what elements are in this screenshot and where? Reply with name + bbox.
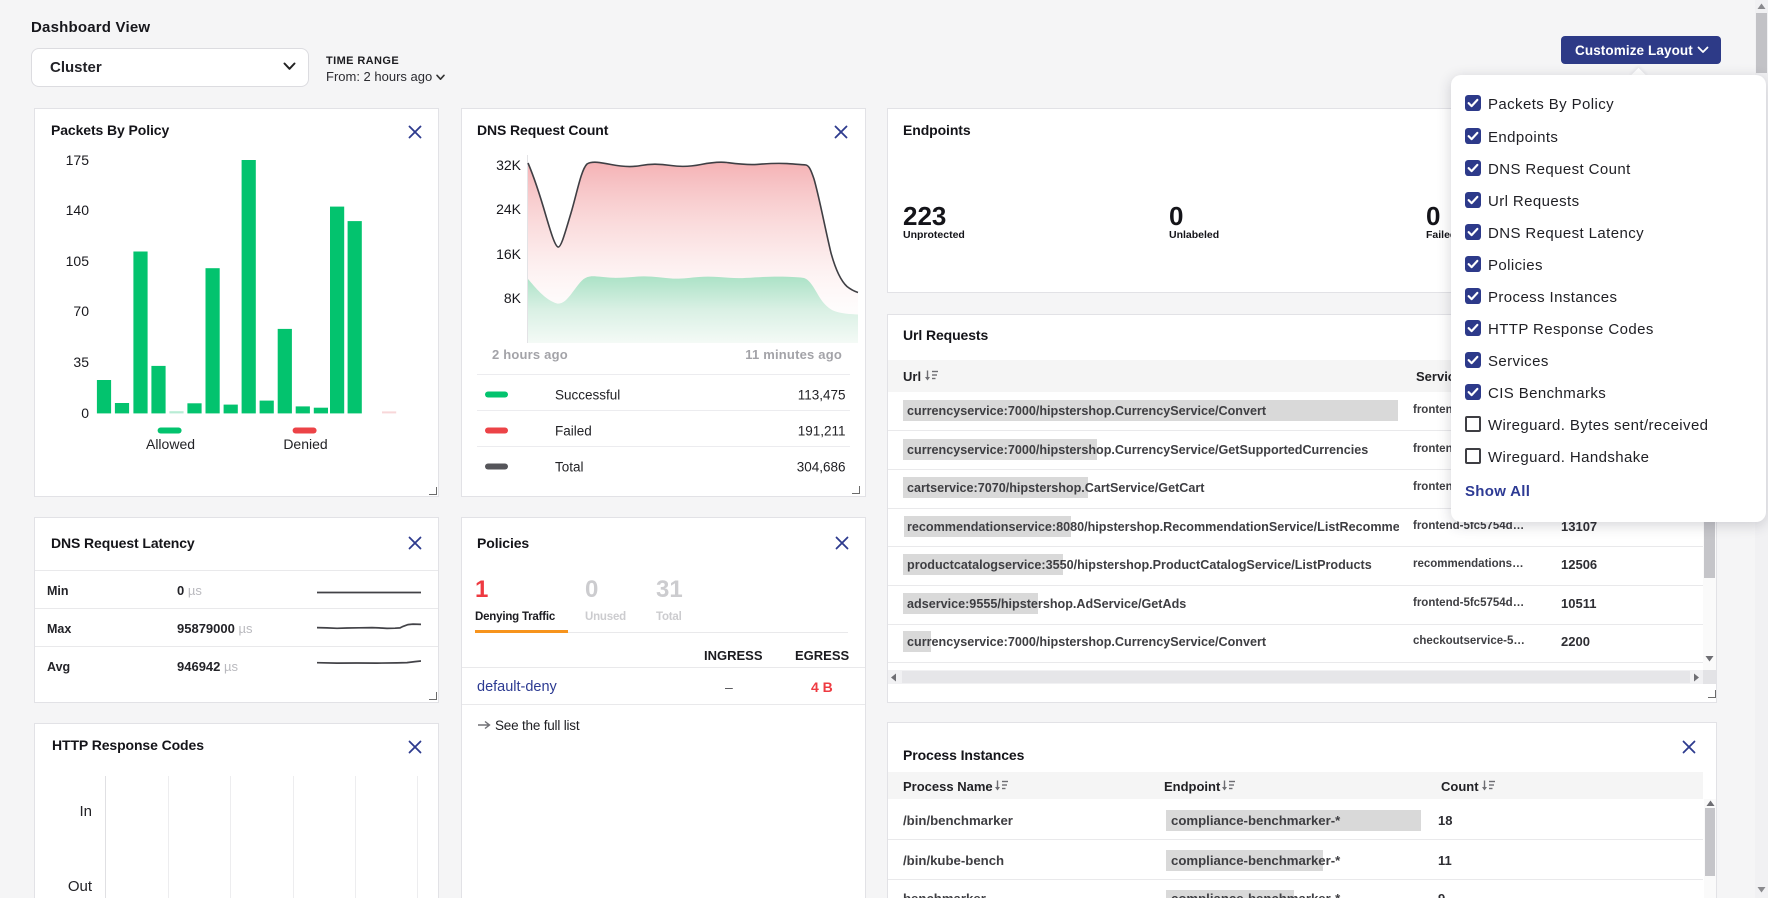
svg-text:24K: 24K (496, 201, 522, 217)
svg-text:0: 0 (81, 405, 89, 421)
svg-text:70: 70 (73, 303, 89, 319)
svg-text:16K: 16K (496, 246, 522, 262)
svg-text:175: 175 (66, 152, 90, 168)
svg-text:191,211: 191,211 (798, 424, 846, 439)
svg-text:Denied: Denied (283, 436, 327, 452)
svg-text:304,686: 304,686 (797, 460, 846, 475)
svg-text:8K: 8K (504, 290, 522, 306)
svg-text:Total: Total (555, 460, 584, 475)
svg-text:105: 105 (66, 253, 90, 269)
svg-text:35: 35 (73, 354, 89, 370)
svg-text:2 hours ago: 2 hours ago (492, 347, 568, 362)
svg-text:Successful: Successful (555, 388, 620, 403)
svg-text:Allowed: Allowed (146, 436, 195, 452)
svg-text:32K: 32K (496, 157, 522, 173)
svg-text:In: In (79, 803, 92, 820)
svg-text:11 minutes ago: 11 minutes ago (745, 347, 842, 362)
svg-text:113,475: 113,475 (798, 388, 846, 403)
svg-text:140: 140 (66, 202, 90, 218)
svg-text:Out: Out (68, 878, 93, 895)
svg-text:Failed: Failed (555, 424, 592, 439)
